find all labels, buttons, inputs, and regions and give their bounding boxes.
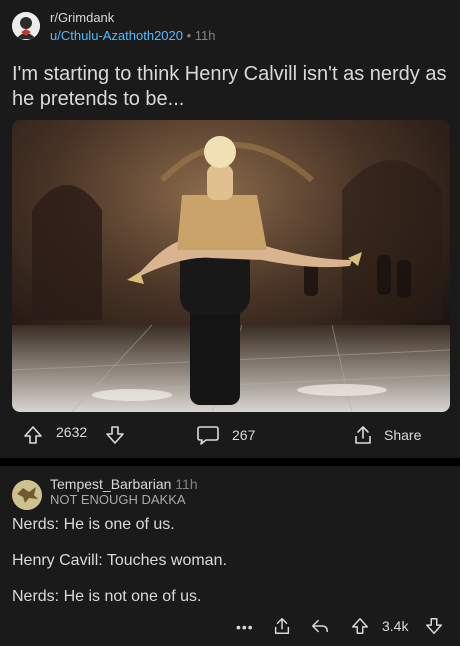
downvote-button[interactable] xyxy=(104,424,126,446)
post-meta: u/Cthulu-Azathoth2020 • 11h xyxy=(50,28,216,43)
reply-button[interactable] xyxy=(310,616,330,636)
reply-arrow-icon xyxy=(312,619,328,633)
share-icon xyxy=(355,426,371,444)
share-label: Share xyxy=(384,427,422,443)
comment-share-button[interactable] xyxy=(272,616,292,636)
comment-header: Tempest_Barbarian 11h xyxy=(50,476,198,492)
comment-line: Nerds: He is one of us. xyxy=(12,516,175,533)
post-image[interactable] xyxy=(12,120,450,412)
comment-upvote-button[interactable] xyxy=(350,616,370,636)
upvote-button[interactable] xyxy=(22,424,44,446)
post-author[interactable]: u/Cthulu-Azathoth2020 xyxy=(50,28,183,43)
post-action-bar: 2632 267 Share xyxy=(0,418,460,452)
comment-count: 267 xyxy=(232,427,256,443)
comment-downvote-button[interactable] xyxy=(424,616,444,636)
comments-button[interactable]: 267 xyxy=(196,424,255,446)
upvote-arrow-icon[interactable] xyxy=(350,616,370,636)
comment-author[interactable]: Tempest_Barbarian xyxy=(50,476,171,492)
user-flair: NOT ENOUGH DAKKA xyxy=(50,492,186,507)
comment-action-bar: ••• 3.4k xyxy=(0,616,460,642)
comment-author-avatar[interactable] xyxy=(12,480,42,510)
comment-line: Henry Cavill: Touches woman. xyxy=(12,552,227,569)
more-options-button[interactable]: ••• xyxy=(236,619,254,635)
post-title[interactable]: I'm starting to think Henry Calvill isn'… xyxy=(12,62,448,112)
comment-bubble-icon xyxy=(197,426,219,445)
downvote-arrow-icon[interactable] xyxy=(104,424,126,446)
downvote-arrow-icon[interactable] xyxy=(424,616,444,636)
meta-separator: • xyxy=(186,28,192,43)
vote-count: 2632 xyxy=(56,424,88,440)
upvote-arrow-icon[interactable] xyxy=(22,424,44,446)
dance-lift-photo xyxy=(12,120,450,412)
share-icon xyxy=(274,618,290,634)
comment-score: 3.4k xyxy=(382,618,409,634)
comment-age: 11h xyxy=(175,476,198,492)
comment-line: Nerds: He is not one of us. xyxy=(12,588,202,605)
post-card: r/Grimdank u/Cthulu-Azathoth2020 • 11h I… xyxy=(0,0,460,458)
share-button[interactable]: Share xyxy=(352,424,421,446)
subreddit-avatar[interactable] xyxy=(12,12,40,40)
subreddit-name[interactable]: r/Grimdank xyxy=(50,10,114,25)
post-age: 11h xyxy=(194,28,216,43)
comment-card: Tempest_Barbarian 11h NOT ENOUGH DAKKA N… xyxy=(0,466,460,646)
